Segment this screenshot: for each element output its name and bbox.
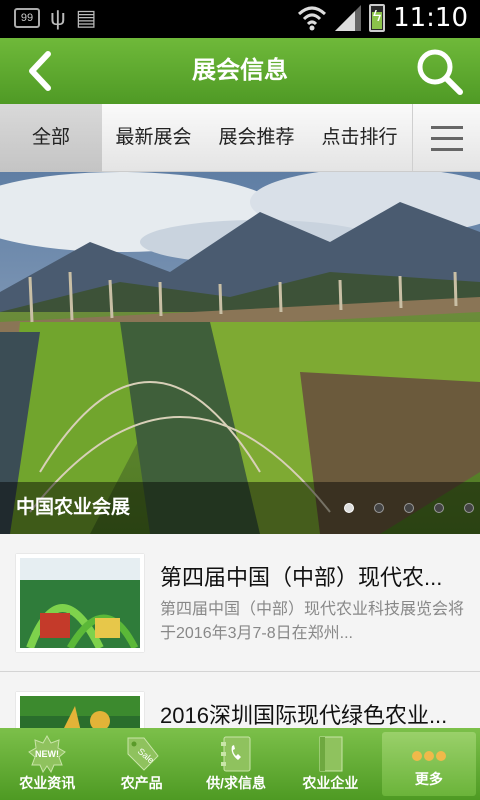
exhibition-list: 第四届中国（中部）现代农... 第四届中国（中部）现代农业科技展览会将于2016… [0, 534, 480, 728]
banner-carousel[interactable]: 中国农业会展 [0, 172, 480, 534]
status-bar: 99 ψ ▤ ϟ 11:10 [0, 0, 480, 38]
search-icon [417, 49, 463, 95]
nav-label: 供/求信息 [206, 775, 266, 791]
banner-image [0, 172, 480, 534]
banner-title: 中国农业会展 [16, 497, 131, 518]
carousel-dot[interactable] [344, 503, 354, 513]
menu-icon [431, 126, 463, 129]
tab-menu-button[interactable] [412, 104, 480, 171]
nav-item-more[interactable]: 更多 [381, 732, 477, 796]
banner-caption: 中国农业会展 [0, 482, 480, 534]
nav-label: 农业资讯 [19, 775, 76, 791]
carousel-dot[interactable] [434, 503, 444, 513]
tab-all[interactable]: 全部 [0, 104, 102, 172]
list-item-thumbnail [16, 692, 144, 728]
battery-icon: ϟ [369, 4, 386, 32]
category-tabs: 全部 最新展会 展会推荐 点击排行 [0, 104, 480, 172]
carousel-dot[interactable] [404, 503, 414, 513]
wifi-icon [298, 6, 327, 31]
list-item[interactable]: 第四届中国（中部）现代农... 第四届中国（中部）现代农业科技展览会将于2016… [0, 534, 480, 672]
tab-ranking[interactable]: 点击排行 [308, 104, 411, 172]
nav-label: 更多 [414, 771, 443, 787]
bottom-navigation: NEW! 农业资讯 Sale 农产品 供/求信息 农业企业 更多 [0, 728, 480, 800]
notification-count-icon: 99 [14, 8, 40, 28]
list-item-thumbnail [16, 554, 144, 652]
nav-item-supply-demand[interactable]: 供/求信息 [189, 728, 283, 800]
document-icon: ▤ [75, 5, 97, 30]
list-item-description: 第四届中国（中部）现代农业科技展览会将于2016年3月7-8日在郑州... [160, 601, 465, 642]
carousel-indicator [344, 503, 474, 513]
list-item-title: 2016深圳国际现代绿色农业... [160, 703, 448, 728]
list-item-title: 第四届中国（中部）现代农... [160, 565, 443, 590]
tab-latest[interactable]: 最新展会 [102, 104, 205, 172]
nav-item-products[interactable]: Sale 农产品 [94, 728, 188, 800]
carousel-dot[interactable] [374, 503, 384, 513]
nav-label: 农产品 [120, 775, 163, 791]
clock: 11:10 [393, 3, 468, 33]
book-icon [319, 736, 343, 772]
carousel-dot[interactable] [464, 503, 474, 513]
search-button[interactable] [414, 46, 466, 96]
nav-label: 农业企业 [302, 775, 359, 791]
svg-text:NEW!: NEW! [35, 749, 59, 759]
app-header: 展会信息 [0, 38, 480, 104]
page-title: 展会信息 [192, 57, 288, 84]
usb-icon: ψ [50, 5, 66, 30]
sale-tag-icon: Sale [127, 737, 159, 771]
tab-recommended[interactable]: 展会推荐 [205, 104, 308, 172]
list-item[interactable]: 2016深圳国际现代绿色农业... [0, 672, 480, 728]
signal-icon [335, 5, 362, 31]
phone-book-icon [221, 736, 251, 772]
nav-item-enterprises[interactable]: 农业企业 [283, 728, 377, 800]
new-badge-icon: NEW! [28, 734, 67, 774]
nav-item-news[interactable]: NEW! 农业资讯 [0, 728, 94, 800]
